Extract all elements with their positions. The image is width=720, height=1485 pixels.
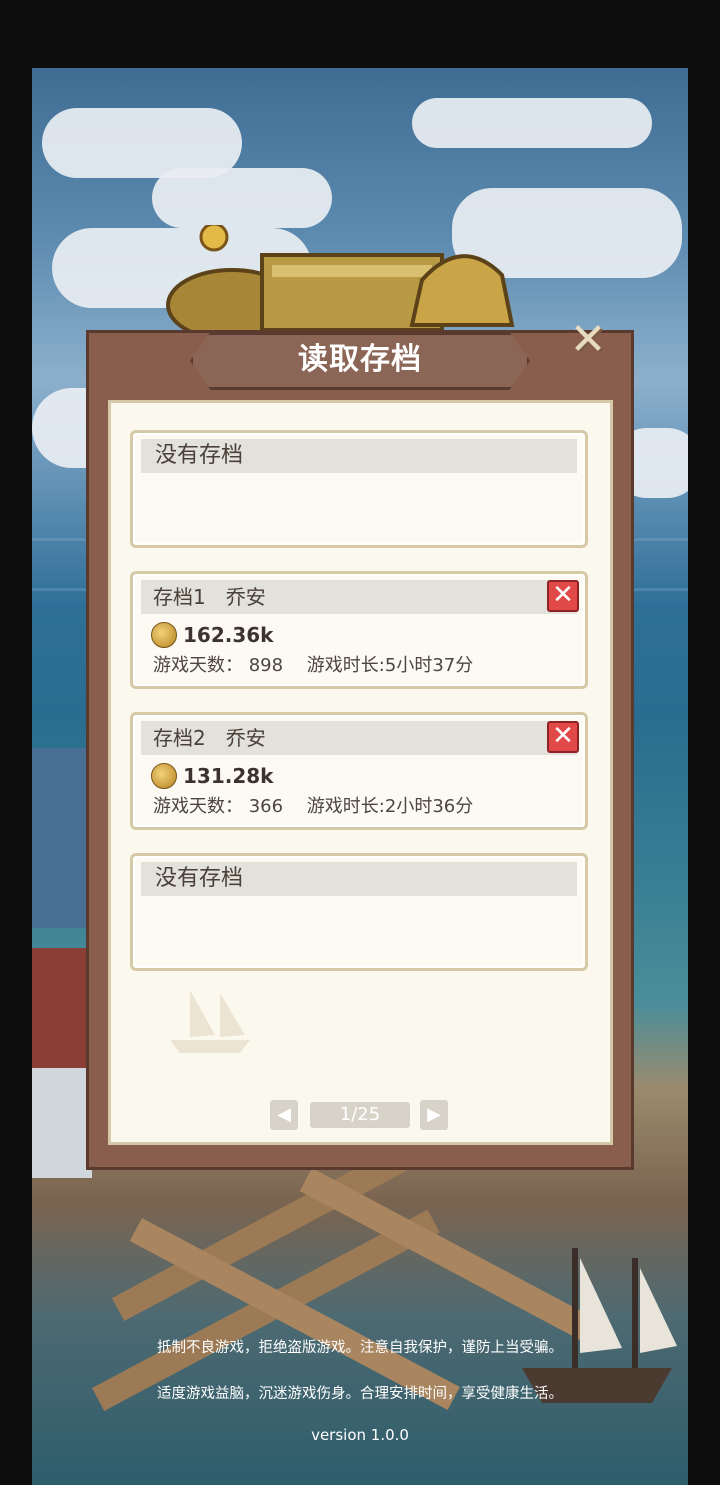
cloud [152, 168, 332, 228]
save-stats: 游戏天数： 898 游戏时长:5小时37分 [153, 655, 474, 676]
delete-save-button[interactable]: ✕ [547, 721, 579, 753]
slot-empty-label: 没有存档 [141, 862, 577, 896]
coin-icon [151, 763, 177, 789]
coin-amount: 162.36k [183, 623, 274, 647]
save-slot-1[interactable]: 存档1 乔安 ✕ 162.36k 游戏天数： 898 游戏时长:5小时37分 [130, 571, 588, 689]
cloud [412, 98, 652, 148]
page-indicator: 1/25 [310, 1102, 410, 1128]
close-icon[interactable]: ✕ [566, 318, 610, 362]
health-notice-2: 适度游戏益脑，沉迷游戏伤身。合理安排时间，享受健康生活。 [157, 1386, 563, 1402]
save-slot-empty[interactable]: 没有存档 [130, 430, 588, 548]
coin-icon [151, 622, 177, 648]
slot-empty-label: 没有存档 [141, 439, 577, 473]
treasure-pile-icon [166, 225, 515, 335]
ship-watermark-icon [170, 990, 250, 1053]
coin-amount: 131.28k [183, 764, 274, 788]
pagination: ◀ 1/25 ▶ [270, 1100, 450, 1132]
house [32, 1068, 92, 1178]
save-slot-2[interactable]: 存档2 乔安 ✕ 131.28k 游戏天数： 366 游戏时长:2小时36分 [130, 712, 588, 830]
prev-page-button[interactable]: ◀ [270, 1100, 298, 1130]
health-notice-1: 抵制不良游戏，拒绝盗版游戏。注意自我保护，谨防上当受骗。 [157, 1340, 563, 1356]
version-label: version 1.0.0 [311, 1426, 409, 1444]
delete-save-button[interactable]: ✕ [547, 580, 579, 612]
next-page-button[interactable]: ▶ [420, 1100, 448, 1130]
slot-title: 存档2 乔安 [141, 721, 577, 755]
dialog-title: 读取存档 [298, 342, 422, 377]
save-stats: 游戏天数： 366 游戏时长:2小时36分 [153, 796, 474, 817]
save-slot-empty[interactable]: 没有存档 [130, 853, 588, 971]
slot-title: 存档1 乔安 [141, 580, 577, 614]
